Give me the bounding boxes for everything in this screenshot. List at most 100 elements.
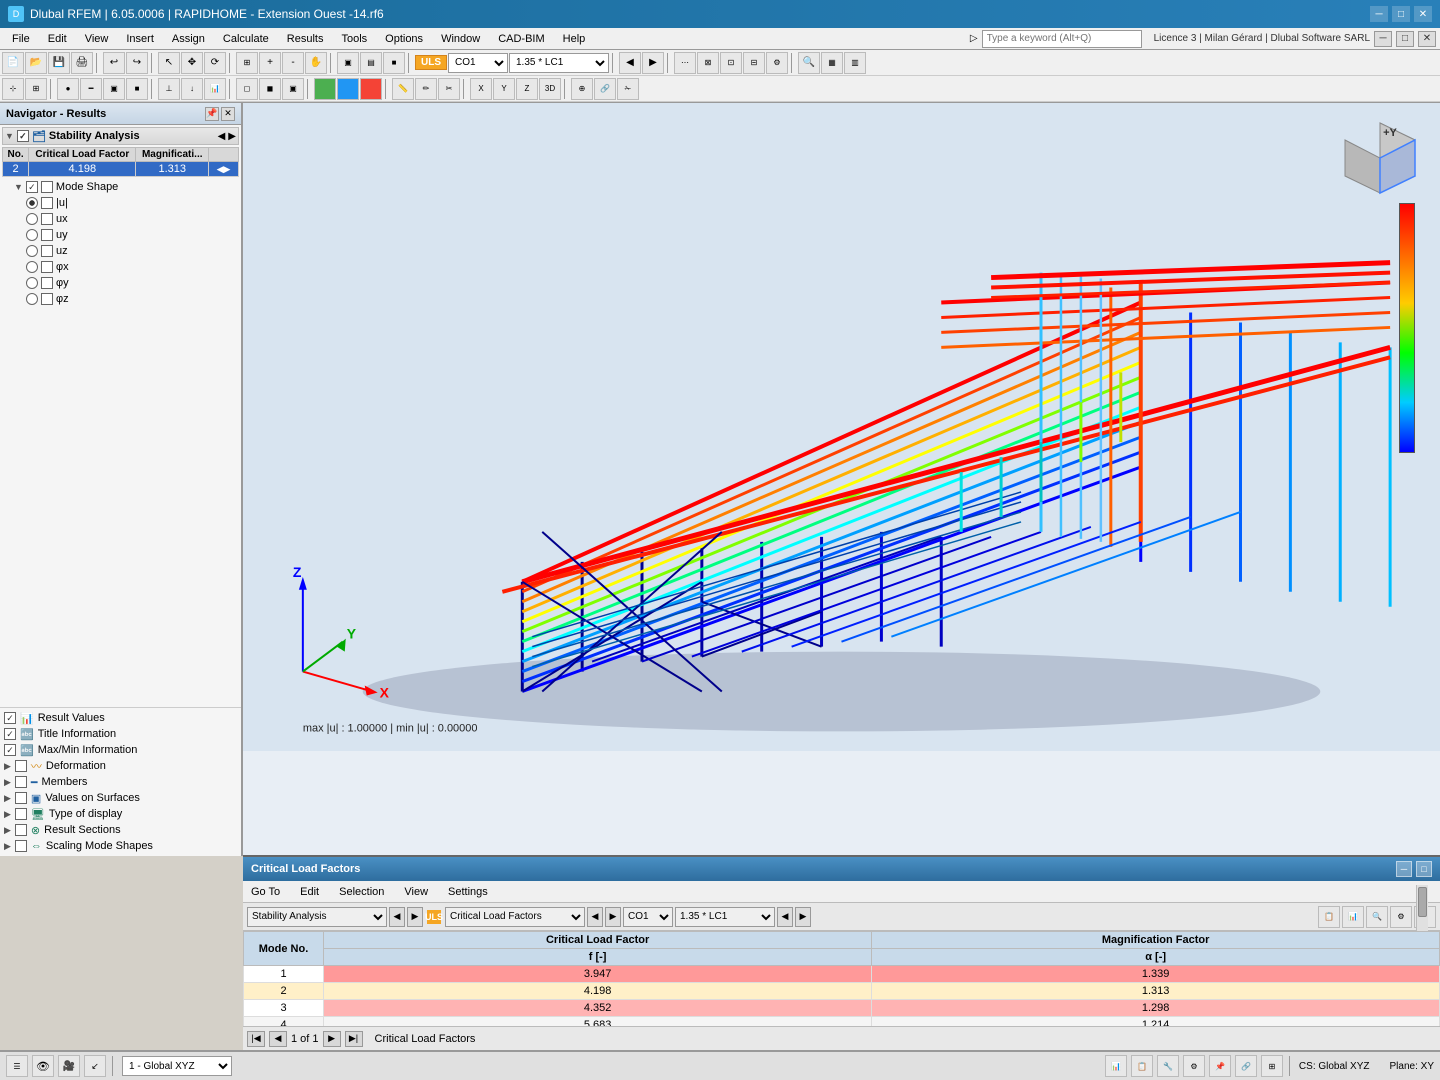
check-deformation[interactable]: ▶ 〰 Deformation <box>2 758 239 774</box>
nav-last-btn[interactable]: ▶| <box>345 1031 363 1047</box>
wireframe-button[interactable]: ▤ <box>360 52 382 74</box>
analysis-next-btn2[interactable]: ▶ <box>407 907 423 927</box>
color3-button[interactable] <box>360 78 382 100</box>
measure-button[interactable]: 📏 <box>392 78 414 100</box>
cut-button[interactable]: ✁ <box>617 78 639 100</box>
maximize-button[interactable]: □ <box>1392 6 1410 22</box>
filter3-button[interactable]: ⊡ <box>720 52 742 74</box>
panel-close-button[interactable]: ✕ <box>221 107 235 121</box>
mode-u-item[interactable]: |u| <box>2 195 239 211</box>
nav-prev-btn[interactable]: ◀ <box>269 1031 287 1047</box>
load-combo[interactable]: CO1 <box>448 53 508 73</box>
member-button[interactable]: ━ <box>80 78 102 100</box>
status-eye-btn[interactable]: 👁 <box>32 1055 54 1077</box>
bp-selection[interactable]: Selection <box>335 884 388 900</box>
hide-button[interactable]: ◻ <box>236 78 258 100</box>
status-menu-btn[interactable]: ☰ <box>6 1055 28 1077</box>
support-button[interactable]: ⊥ <box>158 78 180 100</box>
cb-title-info[interactable] <box>4 728 16 740</box>
check-scaling[interactable]: ▶ ⇔ Scaling Mode Shapes <box>2 838 239 854</box>
mode-phix-item[interactable]: φx <box>2 259 239 275</box>
status-tb4[interactable]: ⚙ <box>1183 1055 1205 1077</box>
lc-next-btn[interactable]: ▶ <box>795 907 811 927</box>
lc-combo[interactable]: 1.35 * LC1 <box>509 53 609 73</box>
cb-result-values[interactable] <box>4 712 16 724</box>
mode-uz-item[interactable]: uz <box>2 243 239 259</box>
select-button[interactable]: ↖ <box>158 52 180 74</box>
check-sections[interactable]: ▶ ⊗ Result Sections <box>2 822 239 838</box>
hinge-button[interactable]: ⊕ <box>571 78 593 100</box>
mode-shape-checkbox2[interactable] <box>41 181 53 193</box>
status-tb1[interactable]: 📊 <box>1105 1055 1127 1077</box>
pan-button[interactable]: ✋ <box>305 52 327 74</box>
grid-button[interactable]: ⊞ <box>25 78 47 100</box>
next-button[interactable]: ▶ <box>642 52 664 74</box>
radio-phiy[interactable] <box>26 277 38 289</box>
mode-uy-item[interactable]: uy <box>2 227 239 243</box>
load-view-button[interactable]: ↓ <box>181 78 203 100</box>
bp-settings[interactable]: Settings <box>444 884 492 900</box>
cb-maxmin-info[interactable] <box>4 744 16 756</box>
clip-button[interactable]: ✂ <box>438 78 460 100</box>
analysis-next-btn[interactable]: ▶ <box>228 131 236 142</box>
lc-combo-bottom[interactable]: 1.35 * LC1 <box>675 907 775 927</box>
menu-help[interactable]: Help <box>555 29 594 49</box>
zoom-out-button[interactable]: - <box>282 52 304 74</box>
nav-cube[interactable]: +Y <box>1340 118 1420 198</box>
nav-next-btn[interactable]: ▶ <box>323 1031 341 1047</box>
annotate-button[interactable]: ✏ <box>415 78 437 100</box>
menu-insert[interactable]: Insert <box>118 29 162 49</box>
sub-minimize-button[interactable]: ─ <box>1374 31 1392 47</box>
search-input[interactable] <box>982 30 1142 48</box>
status-cam-btn[interactable]: 🎥 <box>58 1055 80 1077</box>
filter4-button[interactable]: ⊟ <box>743 52 765 74</box>
mode-shape-parent[interactable]: ▼ Mode Shape <box>2 179 239 195</box>
radio-uz[interactable] <box>26 245 38 257</box>
bp-minimize-button[interactable]: ─ <box>1396 861 1412 877</box>
co-combo-bottom[interactable]: CO1 <box>623 907 673 927</box>
zoom-in-button[interactable]: + <box>259 52 281 74</box>
table-row-4[interactable]: 4 5.683 1.214 <box>244 1017 1440 1027</box>
checkbox-uy[interactable] <box>41 229 53 241</box>
menu-results[interactable]: Results <box>279 29 332 49</box>
checkbox-u[interactable] <box>41 197 53 209</box>
redo-button[interactable]: ↪ <box>126 52 148 74</box>
bp-view[interactable]: View <box>400 884 432 900</box>
bp-tool2[interactable]: 📊 <box>1342 906 1364 928</box>
analysis-combo[interactable]: Stability Analysis <box>247 907 387 927</box>
connect-button[interactable]: 🔗 <box>594 78 616 100</box>
node-button[interactable]: ● <box>57 78 79 100</box>
bp-tool3[interactable]: 🔍 <box>1366 906 1388 928</box>
radio-u[interactable] <box>26 197 38 209</box>
view1-button[interactable]: ▦ <box>821 52 843 74</box>
save-button[interactable]: 💾 <box>48 52 70 74</box>
radio-phix[interactable] <box>26 261 38 273</box>
open-button[interactable]: 📂 <box>25 52 47 74</box>
status-cs-combo[interactable]: 1 - Global XYZ <box>122 1056 232 1076</box>
undo-button[interactable]: ↩ <box>103 52 125 74</box>
filter2-button[interactable]: ⊠ <box>697 52 719 74</box>
render-button[interactable]: ▣ <box>337 52 359 74</box>
view-x-button[interactable]: X <box>470 78 492 100</box>
bp-tool4[interactable]: ⚙ <box>1390 906 1412 928</box>
check-display[interactable]: ▶ 🖥 Type of display <box>2 806 239 822</box>
check-maxmin-info[interactable]: 🔤 Max/Min Information <box>2 742 239 758</box>
menu-tools[interactable]: Tools <box>333 29 375 49</box>
panel-pin-button[interactable]: 📌 <box>205 107 219 121</box>
nav-first-btn[interactable]: |◀ <box>247 1031 265 1047</box>
status-tb7[interactable]: ⊞ <box>1261 1055 1283 1077</box>
status-tb6[interactable]: 🔗 <box>1235 1055 1257 1077</box>
table-row-1[interactable]: 1 3.947 1.339 <box>244 966 1440 983</box>
bp-goto[interactable]: Go To <box>247 884 284 900</box>
cb-sections[interactable] <box>15 824 27 836</box>
mode-phiy-item[interactable]: φy <box>2 275 239 291</box>
zoom-all-button[interactable]: ⊞ <box>236 52 258 74</box>
bp-edit[interactable]: Edit <box>296 884 323 900</box>
all-button[interactable]: ▣ <box>282 78 304 100</box>
checkbox-uz[interactable] <box>41 245 53 257</box>
prev-button[interactable]: ◀ <box>619 52 641 74</box>
menu-edit[interactable]: Edit <box>40 29 75 49</box>
new-button[interactable]: 📄 <box>2 52 24 74</box>
menu-calculate[interactable]: Calculate <box>215 29 277 49</box>
table-row-3[interactable]: 3 4.352 1.298 <box>244 1000 1440 1017</box>
